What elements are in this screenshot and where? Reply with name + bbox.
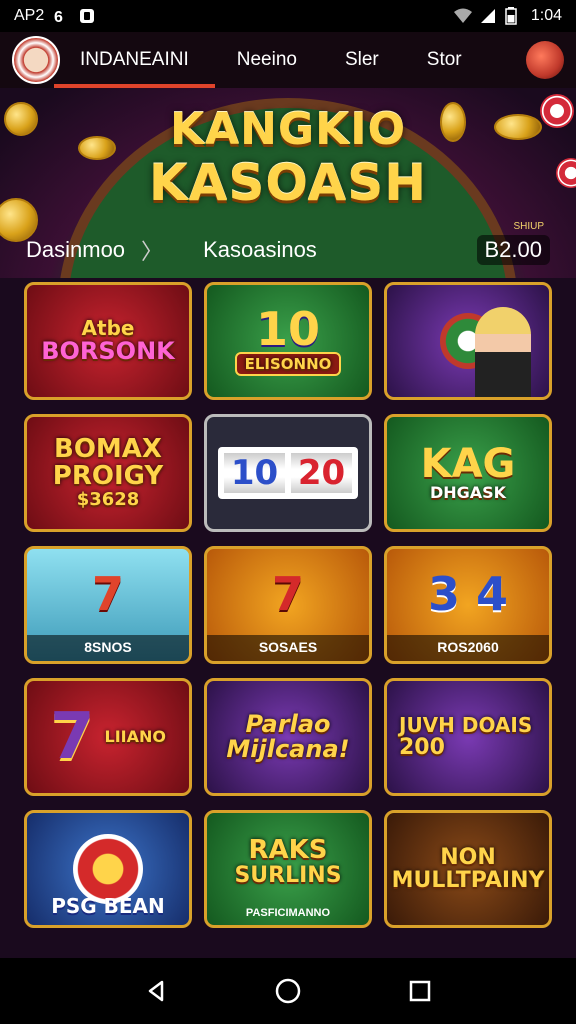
balance-box[interactable]: SHIUP B2.00 (476, 221, 550, 265)
tile-footer: 8SNOS (84, 639, 132, 655)
tile-footer: SOSAES (258, 639, 318, 655)
game-tile[interactable]: 3 4 ROS2060 (384, 546, 552, 664)
tile-footer: ROS2060 (437, 639, 499, 655)
battery-icon (505, 7, 523, 25)
tab-neeino[interactable]: Neeino (237, 49, 297, 71)
tile-subtitle: $3628 (76, 489, 140, 511)
tile-subtitle: ELISONNO (234, 351, 342, 377)
tile-subtitle: LIIANO (104, 727, 166, 747)
balance-label: SHIUP (513, 221, 544, 232)
home-icon[interactable] (274, 977, 302, 1005)
tile-title: BOMAX PROIGY (52, 433, 164, 492)
game-tile[interactable]: PSG BEAN (24, 810, 192, 928)
avatar[interactable] (12, 36, 60, 84)
tile-number: 7 (271, 567, 304, 621)
tile-footer: PASFICIMANNO (245, 907, 331, 919)
tile-number: 7 (49, 700, 95, 774)
game-tile[interactable]: 10 ELISONNO (204, 282, 372, 400)
top-nav: INDANEAINI Neeino Sler Stor (0, 32, 576, 88)
tile-title: PSG BEAN (51, 894, 165, 918)
status-carrier-text: AP2 (14, 7, 45, 24)
game-tile[interactable]: NON MULLTPAINY (384, 810, 552, 928)
logo-line-2: KASOASH (148, 154, 428, 212)
tile-title: Parlao Mijlcana! (226, 709, 350, 763)
tile-subtitle: DHGASK (429, 483, 507, 503)
tile-title: NON MULLTPAINY (391, 844, 545, 893)
tab-stor[interactable]: Stor (427, 49, 462, 71)
slot-reels-tile[interactable]: 10 20 (204, 414, 372, 532)
subnav: Dasinmoo 〉 Kasoasinos SHIUP B2.00 (0, 221, 576, 270)
game-tile[interactable]: BOMAX PROIGY $3628 (24, 414, 192, 532)
game-tile[interactable]: 7 8SNOS (24, 546, 192, 664)
subnav-left-link[interactable]: Dasinmoo (26, 237, 125, 263)
tile-subtitle: SURLINS (234, 863, 342, 889)
game-tile[interactable]: RAKS SURLINS PASFICIMANNO (204, 810, 372, 928)
tile-subtitle: 200 (399, 734, 445, 760)
nav-tabs: INDANEAINI Neeino Sler Stor (54, 49, 462, 88)
tile-title: KAG (420, 441, 516, 488)
status-left: AP2 6 (14, 7, 96, 26)
wifi-icon (453, 7, 472, 25)
signal-6-icon: 6 (52, 7, 70, 26)
game-tile[interactable]: Parlao Mijlcana! (204, 678, 372, 796)
tile-title: JUVH DOAIS (399, 712, 533, 737)
status-time: 1:04 (530, 7, 562, 24)
game-tile[interactable] (384, 282, 552, 400)
tab-sler[interactable]: Sler (345, 49, 379, 71)
notification-icon (78, 7, 96, 25)
dealer-figure (475, 307, 531, 397)
game-tile[interactable]: Atbe BORSONK (24, 282, 192, 400)
game-grid: Atbe BORSONK 10 ELISONNO BOMAX PROIGY $3… (24, 282, 552, 928)
subnav-category[interactable]: Kasoasinos (203, 237, 317, 263)
logo-line-1: KANGKIO (170, 104, 406, 155)
game-tile[interactable]: 7 LIIANO (24, 678, 192, 796)
reel-2: 20 (291, 453, 352, 493)
recents-icon[interactable] (406, 977, 434, 1005)
tile-title: 10 (255, 301, 320, 356)
game-logo: KANGKIO KASOASH (0, 104, 576, 212)
system-nav-bar (0, 958, 576, 1024)
reel-1: 10 (224, 453, 285, 493)
profile-chip-icon[interactable] (526, 41, 564, 79)
status-bar: AP2 6 1:04 (0, 0, 576, 32)
back-icon[interactable] (142, 977, 170, 1005)
tile-title: RAKS (248, 834, 328, 865)
tile-number: 3 4 (427, 567, 509, 621)
svg-text:6: 6 (54, 9, 63, 25)
game-tile[interactable]: KAG DHGASK (384, 414, 552, 532)
tile-number: 7 (91, 567, 124, 621)
cell-signal-icon (479, 7, 497, 25)
chevron-right-icon: 〉 (141, 239, 164, 264)
slot-reels: 10 20 (218, 447, 358, 499)
tile-subtitle: BORSONK (41, 337, 175, 366)
balance-value: B2.00 (484, 237, 543, 262)
tab-indanealni[interactable]: INDANEAINI (54, 49, 215, 88)
game-tile[interactable]: JUVH DOAIS 200 (384, 678, 552, 796)
game-tile[interactable]: 7 SOSAES (204, 546, 372, 664)
status-right: 1:04 (453, 7, 562, 25)
